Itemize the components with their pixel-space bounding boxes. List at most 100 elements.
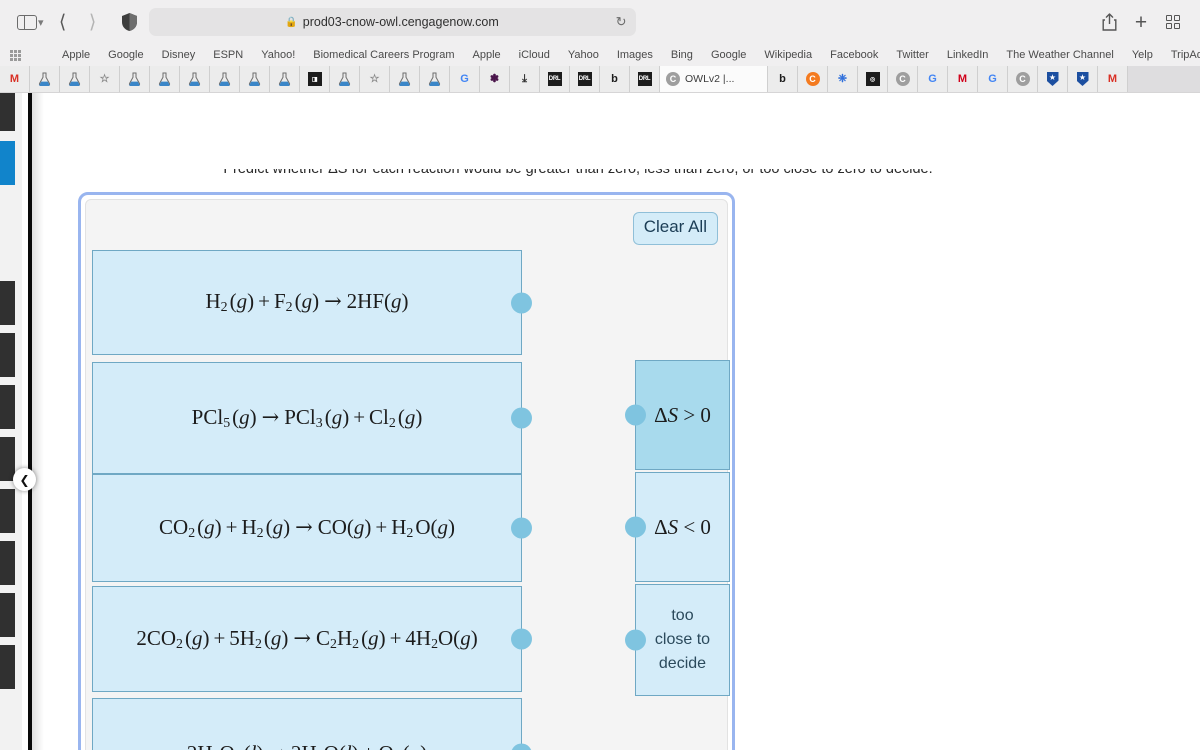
bookmark-item[interactable]: Google <box>702 44 755 66</box>
browser-tab[interactable]: ★ <box>1038 66 1068 92</box>
url-text: prod03-cnow-owl.cengagenow.com <box>302 15 499 29</box>
browser-tab[interactable] <box>120 66 150 92</box>
rail-chip[interactable] <box>0 385 15 429</box>
browser-tab[interactable]: ◎ <box>858 66 888 92</box>
browser-tab[interactable]: C <box>888 66 918 92</box>
reaction-tile[interactable]: 2CO2(g) +5H2(g) → C2H2(g) +4H2O(g) <box>92 586 532 692</box>
clear-all-button[interactable]: Clear All <box>632 212 718 245</box>
reaction-tile[interactable]: H2(g) + F2(g) → 2HF(g) <box>92 250 532 355</box>
browser-tab[interactable]: ★ <box>1068 66 1098 92</box>
forward-button[interactable]: ⟩ <box>78 8 108 36</box>
bookmark-item[interactable]: Biomedical Careers Program <box>304 44 463 66</box>
rail-chip[interactable] <box>0 93 15 131</box>
rail-chip-active[interactable] <box>0 141 15 185</box>
browser-tab[interactable]: M <box>0 66 30 92</box>
browser-tab[interactable]: G <box>450 66 480 92</box>
browser-tab[interactable]: ⤓ <box>510 66 540 92</box>
bookmark-item[interactable]: Yahoo! <box>252 44 304 66</box>
drag-handle-nub[interactable] <box>511 743 532 750</box>
rail-chip[interactable] <box>0 593 15 637</box>
rail-chip[interactable] <box>0 437 15 481</box>
browser-tab[interactable]: b <box>600 66 630 92</box>
browser-tab[interactable] <box>150 66 180 92</box>
target-label: too close to decide <box>654 607 711 672</box>
rail-chip[interactable] <box>0 645 15 689</box>
bookmark-item[interactable]: Yahoo <box>559 44 608 66</box>
bookmark-item[interactable]: Google <box>99 44 152 66</box>
browser-tab[interactable] <box>210 66 240 92</box>
browser-tab[interactable]: ☆ <box>360 66 390 92</box>
bookmark-item[interactable]: Twitter <box>887 44 937 66</box>
reaction-equation: 2CO2(g) +5H2(g) → C2H2(g) +4H2O(g) <box>136 625 478 652</box>
browser-tab[interactable]: ☆ <box>90 66 120 92</box>
browser-tab[interactable]: DRL <box>570 66 600 92</box>
reload-icon[interactable]: ↻ <box>616 14 627 30</box>
bookmark-item[interactable]: TripAdvisor <box>1162 44 1200 66</box>
browser-tab[interactable]: DRL <box>540 66 570 92</box>
target-label: ΔS > 0 <box>654 402 711 427</box>
browser-tab[interactable]: DRL <box>630 66 660 92</box>
target-ds-positive[interactable]: ΔS > 0 <box>625 360 730 470</box>
collapse-left-icon[interactable]: ❮ <box>13 468 36 491</box>
target-too-close[interactable]: too close to decide <box>625 584 730 696</box>
drag-handle-nub[interactable] <box>511 628 532 650</box>
browser-tab[interactable]: C <box>1008 66 1038 92</box>
browser-tab[interactable]: ◨ <box>300 66 330 92</box>
bookmark-item[interactable]: Wikipedia <box>755 44 821 66</box>
drag-handle-nub[interactable] <box>511 292 532 313</box>
bookmark-item[interactable]: LinkedIn <box>938 44 998 66</box>
reaction-equation: H2(g) + F2(g) → 2HF(g) <box>205 289 409 315</box>
bookmark-item[interactable]: ESPN <box>204 44 252 66</box>
rail-chip[interactable] <box>0 333 15 377</box>
browser-tab[interactable] <box>270 66 300 92</box>
drop-handle-nub[interactable] <box>625 404 646 426</box>
browser-tab[interactable]: ✽ <box>480 66 510 92</box>
drag-handle-nub[interactable] <box>511 517 532 539</box>
browser-tab[interactable] <box>420 66 450 92</box>
reaction-tile[interactable]: 2H2O2(l)→2H2O(l)+O2(g) <box>92 698 532 750</box>
tab-title: OWLv2 |... <box>685 73 735 85</box>
bookmark-item[interactable]: Images <box>608 44 662 66</box>
drag-handle-nub[interactable] <box>511 407 532 429</box>
back-button[interactable]: ⟨ <box>48 8 78 36</box>
browser-tab[interactable]: M <box>1098 66 1128 92</box>
bookmark-item[interactable]: iCloud <box>510 44 559 66</box>
reaction-tile[interactable]: CO2(g) + H2(g) → CO(g) + H2O(g) <box>92 474 532 582</box>
bookmark-item[interactable]: The Weather Channel <box>997 44 1122 66</box>
share-button[interactable] <box>1094 8 1124 36</box>
drop-handle-nub[interactable] <box>625 629 646 651</box>
browser-tab[interactable] <box>330 66 360 92</box>
rail-chip[interactable] <box>0 489 15 533</box>
rail-chip[interactable] <box>0 281 15 325</box>
address-bar[interactable]: 🔒 prod03-cnow-owl.cengagenow.com ↻ <box>148 8 636 36</box>
browser-tab[interactable] <box>60 66 90 92</box>
browser-tab[interactable]: ❈ <box>828 66 858 92</box>
browser-tab[interactable] <box>180 66 210 92</box>
apps-grid-icon[interactable] <box>10 49 21 61</box>
browser-tab[interactable] <box>240 66 270 92</box>
browser-tab[interactable]: G <box>978 66 1008 92</box>
bookmark-item[interactable]: Disney <box>153 44 205 66</box>
privacy-shield-icon[interactable] <box>121 13 137 31</box>
rail-chip[interactable] <box>0 541 15 585</box>
browser-tab[interactable]: b <box>768 66 798 92</box>
target-ds-negative[interactable]: ΔS < 0 <box>625 472 730 582</box>
bookmark-item[interactable]: Bing <box>662 44 702 66</box>
browser-tab[interactable]: C <box>798 66 828 92</box>
reaction-tile[interactable]: PCl5(g) → PCl3(g) + Cl2(g) <box>92 362 532 474</box>
new-tab-button[interactable]: + <box>1126 8 1156 36</box>
browser-tab[interactable]: G <box>918 66 948 92</box>
drop-handle-nub[interactable] <box>625 516 646 538</box>
browser-tab[interactable] <box>30 66 60 92</box>
browser-tab-active[interactable]: C OWLv2 |... <box>660 66 768 92</box>
course-nav-rail <box>0 93 22 750</box>
bookmark-item[interactable]: Apple <box>464 44 510 66</box>
bookmark-item[interactable]: Yelp <box>1123 44 1162 66</box>
target-label: ΔS < 0 <box>654 514 711 539</box>
browser-tab[interactable] <box>390 66 420 92</box>
bookmark-item[interactable]: Apple <box>53 44 99 66</box>
tab-overview-button[interactable] <box>1158 8 1188 36</box>
bookmark-item[interactable]: Facebook <box>821 44 887 66</box>
chevron-down-icon[interactable]: ▾ <box>38 16 44 29</box>
browser-tab[interactable]: M <box>948 66 978 92</box>
